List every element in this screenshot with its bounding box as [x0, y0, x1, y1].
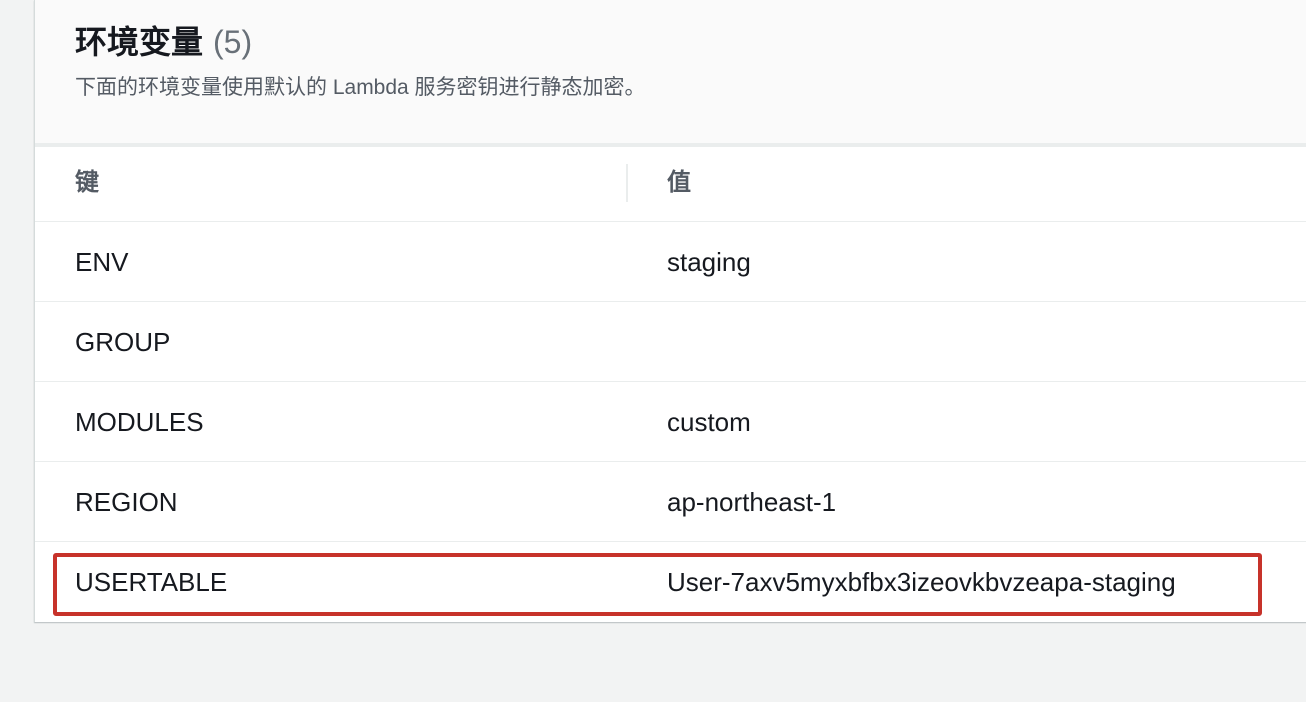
table-row: REGION ap-northeast-1: [35, 462, 1306, 542]
row-key: USERTABLE: [75, 567, 228, 597]
column-header-value[interactable]: 值: [667, 147, 691, 221]
environment-variables-panel: 环境变量 (5) 下面的环境变量使用默认的 Lambda 服务密钥进行静态加密。 …: [34, 0, 1306, 622]
row-value: custom: [667, 407, 751, 437]
row-key: MODULES: [75, 407, 204, 437]
table-row: MODULES custom: [35, 382, 1306, 462]
row-value: staging: [667, 247, 751, 277]
panel-header: 环境变量 (5) 下面的环境变量使用默认的 Lambda 服务密钥进行静态加密。: [35, 0, 1306, 147]
row-value: ap-northeast-1: [667, 487, 837, 517]
table-row: GROUP: [35, 302, 1306, 382]
row-key: ENV: [75, 247, 129, 277]
table-row: ENV staging: [35, 222, 1306, 302]
row-value: User-7axv5myxbfbx3izeovkbvzeapa-staging: [667, 567, 1176, 597]
panel-title: 环境变量 (5): [75, 20, 252, 64]
table-header: 键 值: [35, 147, 1306, 222]
panel-description: 下面的环境变量使用默认的 Lambda 服务密钥进行静态加密。: [75, 76, 646, 99]
environment-variables-table: 键 值 ENV staging GROUP MODULES custom REG…: [35, 147, 1306, 621]
row-key: GROUP: [75, 327, 171, 357]
column-header-key[interactable]: 键: [75, 147, 99, 221]
variable-count: (5): [213, 24, 253, 60]
column-divider[interactable]: [626, 164, 628, 202]
panel-title-text: 环境变量: [75, 24, 204, 60]
table-row: USERTABLE User-7axv5myxbfbx3izeovkbvzeap…: [35, 542, 1306, 621]
row-key: REGION: [75, 487, 178, 517]
